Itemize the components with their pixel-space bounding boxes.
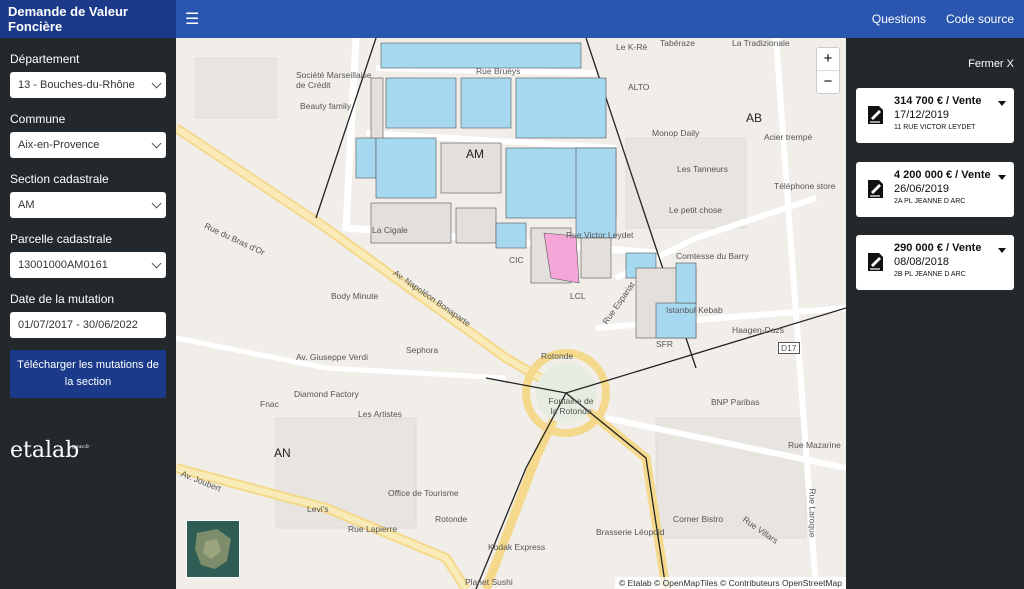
parcelle-select[interactable]: 13001000AM0161 [10, 252, 166, 278]
map-label: Brasserie Léopold [596, 527, 665, 537]
caret-down-icon[interactable] [998, 175, 1006, 180]
download-mutations-button[interactable]: Télécharger les mutations de la section [10, 350, 166, 398]
mutation-date: 26/06/2019 [894, 183, 950, 195]
departement-value: 13 - Bouches-du-Rhône [18, 79, 135, 91]
parcelle-label: Parcelle cadastrale [10, 232, 113, 246]
map-label: Corner Bistro [673, 514, 724, 524]
map-label: Rue Bruéys [476, 66, 521, 76]
map-label: D17 [778, 342, 800, 354]
cadastral-map[interactable]: AM AB AN Société Marseillaise de Crédit … [176, 38, 846, 589]
map-label: Les Artistes [358, 409, 402, 419]
map-label: Beauty family [300, 101, 352, 111]
france-map-icon [187, 521, 239, 577]
mutation-card[interactable]: 290 000 € / Vente 08/08/2018 2B PL JEANN… [856, 235, 1014, 290]
departement-label: Département [10, 52, 80, 66]
map-label: Société Marseillaise de Crédit [296, 70, 372, 90]
mutation-date: 17/12/2019 [894, 109, 950, 121]
mutation-price: 290 000 € / Vente [894, 242, 982, 254]
map-label: Téléphone store [774, 181, 836, 191]
section-label: Section cadastrale [10, 172, 109, 186]
map-label: Av. Giuseppe Verdi [296, 352, 368, 362]
map-label: ALTO [628, 82, 650, 92]
map-label: Rue Lapierre [348, 524, 398, 534]
section-label-an: AN [274, 446, 291, 460]
date-range-input[interactable]: 01/07/2017 - 30/06/2022 [10, 312, 166, 338]
mutations-panel: Fermer X 314 700 € / Vente 17/12/2019 11… [846, 38, 1024, 589]
chevron-down-icon [151, 198, 162, 209]
mutation-address: 2A PL JEANNE D ARC [894, 198, 966, 205]
map-label: Comtesse du Barry [676, 251, 749, 261]
map-label: La Cigale [372, 225, 408, 235]
zoom-controls: + − [816, 47, 840, 94]
chevron-down-icon [151, 258, 162, 269]
chevron-down-icon [151, 138, 162, 149]
section-value: AM [18, 199, 35, 211]
departement-select[interactable]: 13 - Bouches-du-Rhône [10, 72, 166, 98]
map-label: Haagen-Dazs [732, 325, 784, 335]
parcelle-value: 13001000AM0161 [18, 259, 108, 271]
map-label: Fontaine de la Rotonde [548, 396, 594, 416]
map-label: Rue Mazarine [788, 440, 841, 450]
etalab-logo-sup: gouv.fr [72, 444, 90, 450]
map-label: Istanbul Kebab [666, 305, 723, 315]
map-label: Rue Laroque [807, 488, 818, 538]
commune-select[interactable]: Aix-en-Provence [10, 132, 166, 158]
section-label-am: AM [466, 147, 484, 161]
zoom-in-button[interactable]: + [817, 48, 839, 71]
map-label: LCL [570, 291, 586, 301]
map-label: Office de Tourisme [388, 488, 459, 498]
map-label: BNP Paribas [711, 397, 760, 407]
map-label: Fnac [260, 399, 279, 409]
map-label: Le petit chose [669, 205, 722, 215]
top-navbar: ☰ Questions Code source [176, 0, 1024, 38]
mutation-card[interactable]: 314 700 € / Vente 17/12/2019 11 RUE VICT… [856, 88, 1014, 143]
map-label: Rue Victor Leydet [566, 230, 634, 240]
map-label: Le K-Ré [616, 42, 648, 52]
close-panel-button[interactable]: Fermer X [968, 58, 1014, 70]
date-label: Date de la mutation [10, 292, 115, 306]
map-label: Tabéraze [660, 38, 695, 48]
mutation-date: 08/08/2018 [894, 256, 950, 268]
mutation-address: 11 RUE VICTOR LEYDET [894, 124, 976, 131]
map-label: Levi's [307, 504, 329, 514]
app-title: Demande de Valeur Foncière [0, 0, 176, 38]
map-attribution: © Etalab © OpenMapTiles © Contributeurs … [614, 577, 846, 589]
map-label: Body Minute [331, 291, 379, 301]
caret-down-icon[interactable] [998, 101, 1006, 106]
map-label: Kodak Express [488, 542, 546, 552]
document-sign-icon [868, 180, 883, 198]
zoom-out-button[interactable]: − [817, 71, 839, 93]
map-label: Rotonde [541, 351, 574, 361]
date-range-value: 01/07/2017 - 30/06/2022 [18, 319, 138, 331]
etalab-logo: etalab gouv.fr [10, 438, 166, 463]
etalab-logo-text: etalab [10, 438, 80, 463]
satellite-minimap[interactable] [186, 520, 240, 578]
mutation-price: 314 700 € / Vente [894, 95, 982, 107]
map-label: Sephora [406, 345, 439, 355]
map-label: La Tradizionale [732, 38, 790, 48]
map-label: CIC [509, 255, 524, 265]
map-label: Rotonde [435, 514, 468, 524]
questions-link[interactable]: Questions [872, 12, 926, 26]
hamburger-icon[interactable]: ☰ [185, 9, 199, 29]
document-sign-icon [868, 253, 883, 271]
mutation-address: 2B PL JEANNE D ARC [894, 271, 966, 278]
map-label: Monop Daily [652, 128, 700, 138]
document-sign-icon [868, 106, 883, 124]
caret-down-icon[interactable] [998, 248, 1006, 253]
sidebar: Département 13 - Bouches-du-Rhône Commun… [0, 38, 176, 589]
map-label: Planet Sushi [465, 577, 513, 587]
section-label-ab: AB [746, 111, 763, 125]
map-label: SFR [656, 339, 673, 349]
commune-value: Aix-en-Provence [18, 139, 100, 151]
chevron-down-icon [151, 78, 162, 89]
commune-label: Commune [10, 112, 66, 126]
map-label: Les Tanneurs [677, 164, 728, 174]
mutation-price: 4 200 000 € / Vente [894, 169, 991, 181]
mutation-card[interactable]: 4 200 000 € / Vente 26/06/2019 2A PL JEA… [856, 162, 1014, 217]
code-source-link[interactable]: Code source [946, 12, 1014, 26]
map-label: Diamond Factory [294, 389, 359, 399]
map-label: Acier trempé [764, 132, 813, 142]
section-select[interactable]: AM [10, 192, 166, 218]
